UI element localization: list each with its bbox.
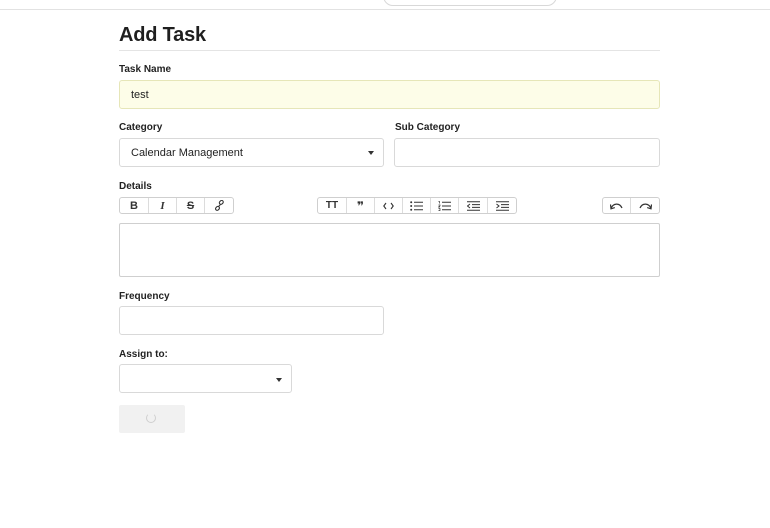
quote-button[interactable]: ❞: [347, 198, 375, 213]
frequency-label: Frequency: [119, 291, 170, 302]
assign-to-label: Assign to:: [119, 349, 168, 360]
heading-button[interactable]: TT: [318, 198, 347, 213]
quote-icon: ❞: [356, 198, 365, 213]
link-icon: [214, 200, 224, 211]
code-icon: [383, 202, 394, 209]
title-divider: [119, 50, 660, 51]
chevron-down-icon: [276, 378, 282, 382]
top-bar: [0, 0, 770, 10]
details-label: Details: [119, 181, 152, 192]
redo-icon: [638, 203, 652, 210]
link-button[interactable]: [205, 198, 233, 213]
bulleted-list-button[interactable]: [403, 198, 431, 213]
submit-button[interactable]: [119, 405, 185, 433]
bulleted-list-icon: [410, 200, 423, 211]
bold-button[interactable]: B: [120, 198, 149, 213]
italic-icon: I: [160, 199, 165, 212]
top-search-pill[interactable]: [383, 0, 557, 6]
task-name-label: Task Name: [119, 64, 172, 75]
numbered-list-button[interactable]: [431, 198, 459, 213]
category-label: Category: [119, 122, 163, 133]
outdent-icon: [466, 200, 480, 211]
category-selected-value: Calendar Management: [131, 146, 243, 159]
numbered-list-icon: [438, 200, 451, 211]
assign-to-select[interactable]: [119, 364, 292, 393]
frequency-input[interactable]: [119, 306, 384, 335]
strikethrough-icon: S: [186, 199, 195, 212]
editor-history-toolbar: [602, 197, 660, 214]
task-name-value: test: [131, 88, 149, 101]
indent-icon: [495, 200, 509, 211]
chevron-down-icon: [368, 151, 374, 155]
heading-icon: TT: [325, 200, 339, 211]
bold-icon: B: [130, 199, 138, 212]
strikethrough-button[interactable]: S: [177, 198, 205, 213]
loading-spinner-icon: [146, 413, 156, 423]
category-select[interactable]: Calendar Management: [119, 138, 384, 167]
page-title: Add Task: [119, 24, 206, 46]
editor-block-toolbar: TT ❞: [317, 197, 517, 214]
code-button[interactable]: [375, 198, 403, 213]
editor-format-toolbar: B I S: [119, 197, 234, 214]
indent-button[interactable]: [488, 198, 516, 213]
outdent-button[interactable]: [459, 198, 488, 213]
details-editor[interactable]: [119, 223, 660, 277]
undo-button[interactable]: [603, 198, 632, 213]
redo-button[interactable]: [631, 198, 659, 213]
sub-category-input[interactable]: [394, 138, 660, 167]
task-name-input[interactable]: test: [119, 80, 660, 109]
sub-category-label: Sub Category: [395, 122, 461, 133]
italic-button[interactable]: I: [149, 198, 177, 213]
undo-icon: [610, 203, 623, 210]
